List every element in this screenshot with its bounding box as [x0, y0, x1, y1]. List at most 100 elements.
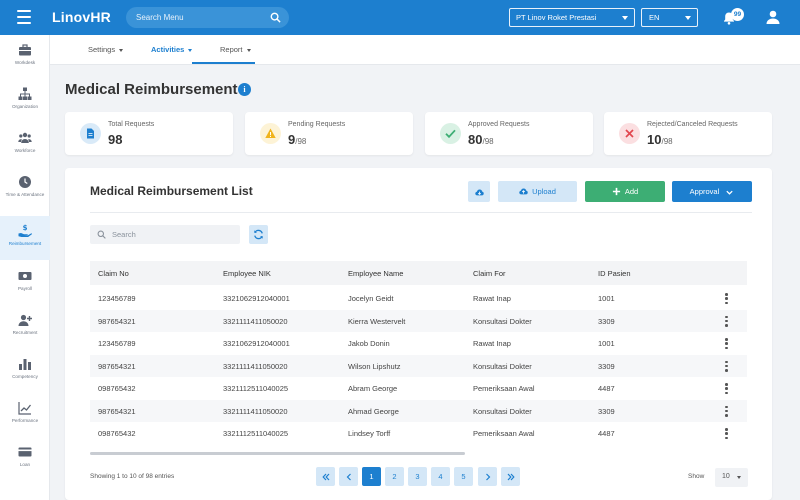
plus-icon: [612, 187, 620, 195]
tab-activities[interactable]: Activities: [151, 45, 193, 54]
sidebar-item-workdesk[interactable]: Workdesk: [0, 35, 50, 79]
search-icon[interactable]: [270, 12, 281, 23]
row-actions-icon[interactable]: [725, 383, 728, 394]
tab-settings[interactable]: Settings: [88, 45, 124, 54]
sidebar-item-reimbursement[interactable]: $ Reimbursement: [0, 216, 50, 260]
user-profile-icon[interactable]: [765, 9, 781, 25]
search-menu[interactable]: [126, 7, 289, 28]
cell-employee-nik: 3321062912040001: [223, 339, 290, 348]
approval-button-label: Approval: [689, 187, 720, 196]
double-chevron-left-icon: [321, 473, 329, 480]
company-select[interactable]: PT Linov Roket Prestasi: [509, 8, 635, 27]
refresh-button[interactable]: [249, 225, 268, 244]
table-row[interactable]: 987654321 3321111411050020 Kierra Wester…: [90, 309, 747, 332]
svg-text:$: $: [23, 224, 28, 232]
stat-label: Rejected/Canceled Requests: [647, 121, 738, 128]
column-header[interactable]: ID Pasien: [598, 269, 631, 278]
page-size-value: 10: [722, 473, 730, 480]
warning-icon: [265, 128, 276, 138]
page-3-button[interactable]: 3: [408, 467, 427, 486]
page-2-button[interactable]: 2: [385, 467, 404, 486]
column-header[interactable]: Employee NIK: [223, 269, 271, 278]
upload-button[interactable]: Upload: [498, 181, 577, 202]
hamburger-menu-icon[interactable]: [17, 10, 31, 24]
row-actions-icon[interactable]: [725, 428, 728, 439]
download-button[interactable]: [468, 181, 490, 202]
cell-employee-name: Jakob Donin: [348, 339, 390, 348]
cell-claim-no: 123456789: [98, 294, 136, 303]
table-row[interactable]: 098765432 3321112511040025 Abram George …: [90, 377, 747, 400]
cell-id-pasien: 3309: [598, 316, 615, 326]
tab-label: Report: [220, 45, 243, 54]
sidebar-item-performance[interactable]: Performance: [0, 393, 50, 437]
horizontal-scrollbar[interactable]: [90, 452, 465, 455]
cell-employee-nik: 3321111411050020: [223, 406, 288, 416]
page-4-button[interactable]: 4: [431, 467, 450, 486]
table-search-input[interactable]: [112, 225, 232, 244]
language-select[interactable]: EN: [641, 8, 698, 27]
sidebar-item-time-attendance[interactable]: Time & Attendance: [0, 167, 50, 211]
cloud-upload-icon: [519, 187, 528, 194]
table-row[interactable]: 987654321 3321111411050020 Wilson Lipshu…: [90, 354, 747, 377]
stat-value: 98: [108, 132, 123, 147]
bar-chart-icon: [19, 359, 31, 370]
cell-claim-for: Pemeriksaan Awal: [473, 429, 535, 438]
document-icon: [87, 128, 94, 139]
add-button[interactable]: Add: [585, 181, 665, 202]
people-icon: [18, 132, 32, 143]
table-row[interactable]: 123456789 3321062912040001 Jocelyn Geidt…: [90, 287, 747, 310]
previous-page-button[interactable]: [339, 467, 358, 486]
sidebar-item-workforce[interactable]: Workforce: [0, 123, 50, 167]
sidebar-item-payroll[interactable]: Payroll: [0, 261, 50, 305]
hand-dollar-icon: $: [18, 224, 32, 237]
briefcase-icon: [19, 44, 31, 56]
sidebar-item-label: Performance: [11, 418, 39, 423]
cell-claim-no: 123456789: [98, 339, 136, 348]
row-actions-icon[interactable]: [725, 293, 728, 304]
stat-label: Total Requests: [108, 121, 155, 128]
row-actions-icon[interactable]: [725, 315, 728, 327]
stat-label: Approved Requests: [468, 121, 530, 128]
table-row[interactable]: 098765432 3321112511040025 Lindsey Torff…: [90, 422, 747, 445]
column-header[interactable]: Claim No: [98, 269, 129, 278]
sidebar-item-organization[interactable]: Organization: [0, 79, 50, 123]
page-5-button[interactable]: 5: [454, 467, 473, 486]
brand-logo: LinovHR: [52, 9, 111, 25]
stat-icon-bg: [619, 123, 640, 144]
chevron-down-icon: [188, 48, 193, 52]
row-actions-icon[interactable]: [725, 405, 728, 417]
row-actions-icon[interactable]: [725, 360, 728, 372]
page-1-button[interactable]: 1: [362, 467, 381, 486]
tab-report[interactable]: Report: [220, 45, 251, 54]
approval-dropdown-button[interactable]: Approval: [672, 181, 752, 202]
next-page-button[interactable]: [478, 467, 497, 486]
cell-id-pasien: 4487: [598, 384, 615, 393]
cell-claim-no: 987654321: [98, 316, 136, 326]
row-actions-icon[interactable]: [725, 338, 728, 349]
notification-badge: 99: [731, 8, 744, 21]
sidebar-item-recruitment[interactable]: Recruitment: [0, 305, 50, 349]
stat-icon-bg: [80, 123, 101, 144]
list-title: Medical Reimbursement List: [90, 184, 253, 198]
search-menu-input[interactable]: [136, 7, 266, 28]
check-icon: [445, 129, 456, 139]
column-header[interactable]: Employee Name: [348, 269, 403, 278]
sidebar-item-loan[interactable]: Loan: [0, 437, 50, 481]
table-row[interactable]: 123456789 3321062912040001 Jakob Donin R…: [90, 332, 747, 355]
last-page-button[interactable]: [501, 467, 520, 486]
table-search[interactable]: [90, 225, 240, 244]
cell-claim-for: Konsultasi Dokter: [473, 361, 532, 371]
page-size-select[interactable]: 10: [715, 468, 748, 487]
cell-employee-nik: 3321111411050020: [223, 361, 288, 371]
first-page-button[interactable]: [316, 467, 335, 486]
cell-id-pasien: 1001: [598, 294, 615, 303]
table-row[interactable]: 987654321 3321111411050020 Ahmad George …: [90, 399, 747, 422]
info-icon[interactable]: i: [238, 83, 251, 96]
cell-employee-nik: 3321112511040025: [223, 429, 289, 438]
chevron-down-icon: [685, 16, 691, 20]
money-icon: [18, 272, 32, 280]
column-header[interactable]: Claim For: [473, 269, 506, 278]
sidebar-item-competency[interactable]: Competency: [0, 349, 50, 393]
entries-info: Showing 1 to 10 of 98 entries: [90, 473, 175, 480]
stat-icon-bg: [260, 123, 281, 144]
